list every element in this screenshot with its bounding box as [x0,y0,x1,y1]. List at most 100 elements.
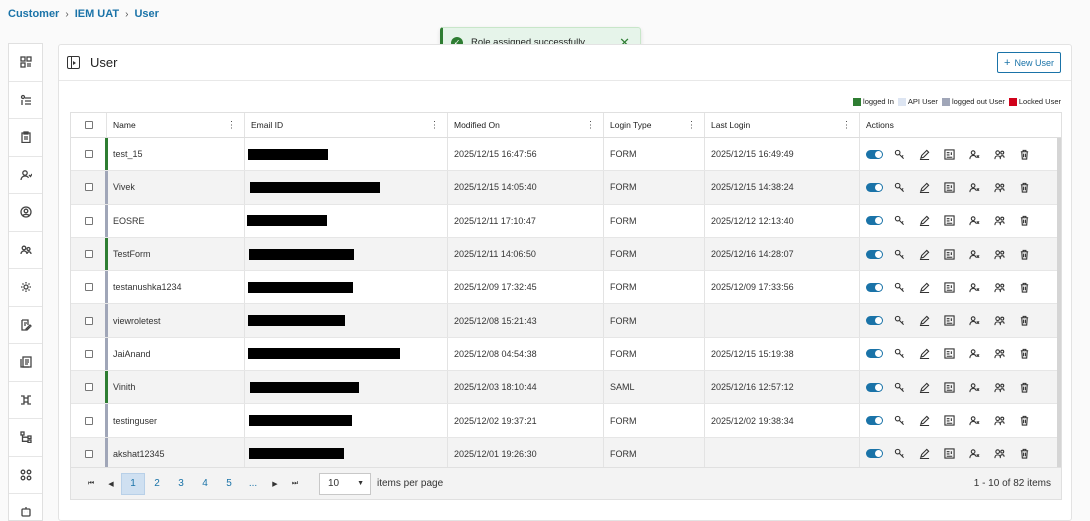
enable-toggle[interactable] [866,349,883,359]
sidebar-item-clipboard[interactable] [9,119,42,157]
assign-role-icon[interactable] [941,248,958,260]
user-group-icon[interactable] [991,381,1008,393]
assign-role-icon[interactable] [941,148,958,160]
page-button-2[interactable]: 2 [145,473,169,495]
sidebar-toggle-icon[interactable] [67,56,80,69]
assign-role-icon[interactable] [941,381,958,393]
row-checkbox[interactable] [71,271,107,304]
enable-toggle[interactable] [866,216,883,226]
table-row[interactable]: akshat12345 2025/12/01 19:26:30 FORM [71,437,1061,471]
column-menu-icon[interactable]: ⋮ [586,119,595,129]
user-manage-icon[interactable] [966,281,983,293]
sidebar-item-edit-docs[interactable] [9,307,42,344]
edit-icon[interactable] [916,348,933,360]
table-row[interactable]: viewroletest 2025/12/08 15:21:43 FORM [71,304,1061,338]
column-menu-icon[interactable]: ⋮ [430,119,439,129]
row-checkbox[interactable] [71,437,107,470]
column-menu-icon[interactable]: ⋮ [227,119,236,129]
table-row[interactable]: test_15 2025/12/15 16:47:56 FORM 2025/12/15… [71,138,1061,172]
key-icon[interactable] [891,415,908,427]
sidebar-item-documents[interactable] [9,344,42,382]
key-icon[interactable] [891,281,908,293]
delete-icon[interactable] [1016,381,1033,393]
key-icon[interactable] [891,181,908,193]
enable-toggle[interactable] [866,382,883,392]
breadcrumb-customer[interactable]: Customer [8,8,59,20]
sidebar-item-hierarchy[interactable] [9,419,42,457]
enable-toggle[interactable] [866,249,883,259]
sidebar-item-apps[interactable] [9,457,42,494]
previous-page-icon[interactable]: ◀ [101,480,121,488]
delete-icon[interactable] [1016,448,1033,460]
table-row[interactable]: testanushka1234 2025/12/09 17:32:45 FORM 20… [71,271,1061,305]
row-checkbox[interactable] [71,138,107,171]
user-group-icon[interactable] [991,281,1008,293]
delete-icon[interactable] [1016,315,1033,327]
key-icon[interactable] [891,315,908,327]
user-manage-icon[interactable] [966,415,983,427]
table-row[interactable]: Vinith 2025/12/03 18:10:44 SAML 2025/12/16 … [71,371,1061,405]
sidebar-item-tasks[interactable] [9,82,42,119]
key-icon[interactable] [891,348,908,360]
column-header-modified[interactable]: Modified On ⋮ [448,113,604,137]
edit-icon[interactable] [916,315,933,327]
enable-toggle[interactable] [866,449,883,459]
key-icon[interactable] [891,248,908,260]
table-row[interactable]: testinguser 2025/12/02 19:37:21 FORM 2025/1… [71,404,1061,438]
assign-role-icon[interactable] [941,448,958,460]
user-group-icon[interactable] [991,215,1008,227]
key-icon[interactable] [891,448,908,460]
delete-icon[interactable] [1016,181,1033,193]
row-checkbox[interactable] [71,171,107,204]
row-checkbox[interactable] [71,204,107,237]
assign-role-icon[interactable] [941,415,958,427]
assign-role-icon[interactable] [941,181,958,193]
page-button-4[interactable]: 4 [193,473,217,495]
key-icon[interactable] [891,148,908,160]
sidebar-item-groups[interactable] [9,232,42,269]
user-group-icon[interactable] [991,348,1008,360]
user-manage-icon[interactable] [966,381,983,393]
edit-icon[interactable] [916,215,933,227]
enable-toggle[interactable] [866,316,883,326]
delete-icon[interactable] [1016,348,1033,360]
column-header-login-type[interactable]: Login Type ⋮ [604,113,705,137]
user-manage-icon[interactable] [966,348,983,360]
table-row[interactable]: TestForm 2025/12/11 14:06:50 FORM 2025/12/1… [71,237,1061,272]
page-button-3[interactable]: 3 [169,473,193,495]
assign-role-icon[interactable] [941,281,958,293]
table-row[interactable]: JaiAnand 2025/12/08 04:54:38 FORM 2025/12/1… [71,337,1061,372]
user-group-icon[interactable] [991,148,1008,160]
user-manage-icon[interactable] [966,315,983,327]
page-button-more[interactable]: ... [241,473,265,495]
page-button-1[interactable]: 1 [121,472,145,495]
row-checkbox[interactable] [71,304,107,337]
user-group-icon[interactable] [991,448,1008,460]
assign-role-icon[interactable] [941,348,958,360]
delete-icon[interactable] [1016,248,1033,260]
next-page-icon[interactable]: ▶ [265,480,285,488]
table-row[interactable]: Vivek 2025/12/15 14:05:40 FORM 2025/12/15 1… [71,171,1061,205]
delete-icon[interactable] [1016,281,1033,293]
breadcrumb-iem-uat[interactable]: IEM UAT [75,8,119,20]
page-button-5[interactable]: 5 [217,473,241,495]
edit-icon[interactable] [916,281,933,293]
enable-toggle[interactable] [866,416,883,426]
row-checkbox[interactable] [71,237,107,271]
column-header-name[interactable]: Name ⋮ [107,113,245,137]
sidebar-item-network[interactable] [9,382,42,419]
user-manage-icon[interactable] [966,215,983,227]
edit-icon[interactable] [916,381,933,393]
user-group-icon[interactable] [991,248,1008,260]
edit-icon[interactable] [916,415,933,427]
delete-icon[interactable] [1016,215,1033,227]
column-menu-icon[interactable]: ⋮ [842,119,851,129]
new-user-button[interactable]: + New User [997,52,1061,73]
select-all-checkbox[interactable] [71,113,107,137]
assign-role-icon[interactable] [941,215,958,227]
column-menu-icon[interactable]: ⋮ [687,119,696,129]
column-header-email[interactable]: Email ID ⋮ [245,113,448,137]
delete-icon[interactable] [1016,148,1033,160]
edit-icon[interactable] [916,181,933,193]
vertical-scrollbar[interactable] [1057,138,1061,469]
